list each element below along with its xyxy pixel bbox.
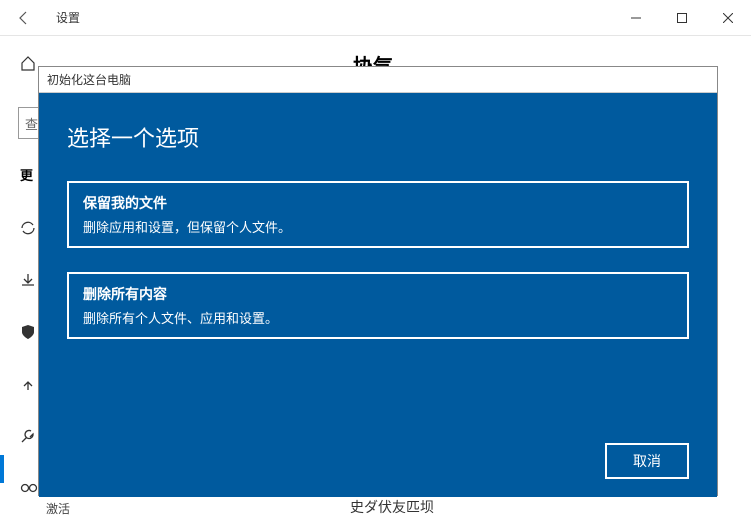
sidebar-icons bbox=[20, 218, 38, 498]
dialog-body: 选择一个选项 保留我的文件 删除应用和设置，但保留个人文件。 删除所有内容 删除… bbox=[39, 93, 717, 497]
window-controls bbox=[613, 0, 751, 36]
window-title: 设置 bbox=[48, 9, 613, 26]
option-keep-files-desc: 删除应用和设置，但保留个人文件。 bbox=[83, 217, 673, 236]
recovery-icon[interactable] bbox=[20, 426, 38, 446]
option-keep-files[interactable]: 保留我的文件 删除应用和设置，但保留个人文件。 bbox=[67, 181, 689, 248]
activation-icon[interactable] bbox=[20, 478, 38, 498]
troubleshoot-icon[interactable] bbox=[20, 374, 38, 394]
sync-icon[interactable] bbox=[20, 218, 38, 238]
option-remove-everything-desc: 删除所有个人文件、应用和设置。 bbox=[83, 308, 673, 327]
minimize-button[interactable] bbox=[613, 0, 659, 36]
sidebar-section-label: 更 bbox=[20, 165, 33, 184]
close-icon bbox=[723, 13, 733, 23]
option-remove-everything[interactable]: 删除所有内容 删除所有个人文件、应用和设置。 bbox=[67, 272, 689, 339]
titlebar: 设置 bbox=[0, 0, 751, 36]
delivery-icon[interactable] bbox=[20, 270, 38, 290]
close-button[interactable] bbox=[705, 0, 751, 36]
minimize-icon bbox=[631, 13, 641, 23]
option-keep-files-title: 保留我的文件 bbox=[83, 193, 673, 213]
option-remove-everything-title: 删除所有内容 bbox=[83, 284, 673, 304]
reset-pc-dialog: 初始化这台电脑 选择一个选项 保留我的文件 删除应用和设置，但保留个人文件。 删… bbox=[38, 66, 718, 496]
selected-indicator bbox=[0, 455, 4, 483]
sidebar-item-activate[interactable]: 激活 bbox=[46, 500, 70, 517]
shield-icon[interactable] bbox=[20, 322, 38, 342]
maximize-icon bbox=[677, 13, 687, 23]
dialog-header: 初始化这台电脑 bbox=[39, 67, 717, 93]
arrow-left-icon bbox=[16, 10, 32, 26]
dialog-title: 选择一个选项 bbox=[67, 121, 689, 153]
back-button[interactable] bbox=[0, 0, 48, 36]
cancel-button[interactable]: 取消 bbox=[605, 443, 689, 479]
bottom-text: 史ダ伏友匹坝 bbox=[350, 497, 434, 517]
search-placeholder: 查 bbox=[25, 114, 38, 133]
maximize-button[interactable] bbox=[659, 0, 705, 36]
